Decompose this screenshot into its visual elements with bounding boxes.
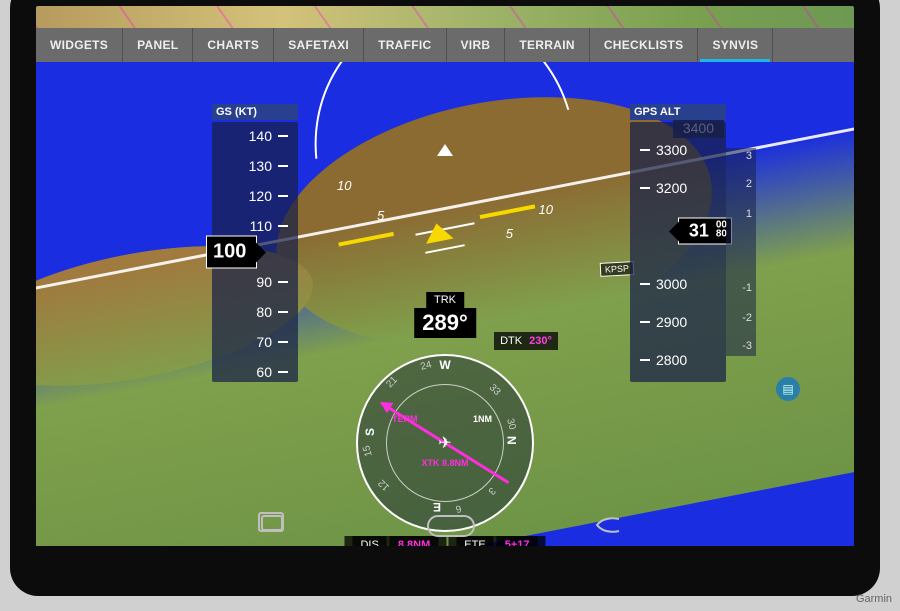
tab-charts[interactable]: CHARTS <box>193 28 274 62</box>
hsi-30: 30 <box>504 417 518 431</box>
hsi-3: 3 <box>486 485 498 497</box>
altitude-ticks: 3300 3200 3000 2900 2800 <box>630 122 726 382</box>
alt-tick: 3000 <box>630 274 726 294</box>
hsi-24: 24 <box>419 359 433 373</box>
hsi[interactable]: ✈ W N E S 33 30 3 6 12 15 21 24 TERM 1NM… <box>356 354 534 532</box>
tab-terrain[interactable]: TERRAIN <box>505 28 589 62</box>
hsi-12: 12 <box>376 477 392 493</box>
roll-pointer-icon <box>437 144 453 156</box>
back-button[interactable] <box>593 515 629 535</box>
arc-10r: 10 <box>539 202 553 217</box>
vsi-mark: -2 <box>742 312 752 324</box>
altitude-readout: 31 00 80 <box>678 218 732 245</box>
vsi-mark: -1 <box>742 282 752 294</box>
tab-virb[interactable]: VIRB <box>447 28 506 62</box>
screen: WIDGETS PANEL CHARTS SAFETAXI TRAFFIC VI… <box>36 6 854 546</box>
airspeed-label: GS (KT) <box>212 104 298 120</box>
altitude-tape: GPS ALT 3300 3200 3000 2900 2800 31 00 8… <box>630 122 726 382</box>
dtk-box: DTK 230° <box>494 332 558 350</box>
tab-checklists[interactable]: CHECKLISTS <box>590 28 699 62</box>
android-nav-bar <box>36 510 854 540</box>
tab-synvis[interactable]: SYNVIS <box>698 28 773 62</box>
alt-tick: 3200 <box>630 178 726 198</box>
home-button[interactable] <box>427 515 463 535</box>
alt-tick: 3300 <box>630 140 726 160</box>
tab-panel[interactable]: PANEL <box>123 28 193 62</box>
asi-tick: 120 <box>212 186 298 206</box>
asi-tick: 140 <box>212 126 298 146</box>
hsi-xtk: XTK 8.8NM <box>421 458 468 468</box>
hsi-term: TERM <box>392 414 418 424</box>
alt-tick: 2900 <box>630 312 726 332</box>
tablet-frame: WIDGETS PANEL CHARTS SAFETAXI TRAFFIC VI… <box>10 0 880 596</box>
hsi-s: S <box>363 428 377 436</box>
asi-tick: 110 <box>212 216 298 236</box>
alt-tick: 2800 <box>630 350 726 370</box>
dtk-label: DTK <box>500 335 522 347</box>
airspeed-value: 100 <box>213 241 246 263</box>
tab-widgets[interactable]: WIDGETS <box>36 28 123 62</box>
hsi-range: 1NM <box>473 414 492 424</box>
asi-tick: 130 <box>212 156 298 176</box>
dtk-value: 230° <box>529 335 552 347</box>
synvis-pfd[interactable]: 10 5 10 5 KPSP GS (KT) 140 130 120 110 <box>36 62 854 546</box>
vsi-mark: 2 <box>746 178 752 190</box>
vsi-mark: 3 <box>746 150 752 162</box>
attitude-indicator: 10 5 10 5 <box>315 138 575 288</box>
arc-5r: 5 <box>506 226 513 241</box>
trk-value: 289° <box>414 308 476 338</box>
tab-safetaxi[interactable]: SAFETAXI <box>274 28 364 62</box>
altitude-label: GPS ALT <box>630 104 726 120</box>
recent-apps-button[interactable] <box>261 515 297 535</box>
arc-10l: 10 <box>337 178 351 193</box>
tab-bar: WIDGETS PANEL CHARTS SAFETAXI TRAFFIC VI… <box>36 28 854 62</box>
hsi-15: 15 <box>361 444 375 458</box>
asi-tick: 60 <box>212 362 298 382</box>
layers-button[interactable]: ▤ <box>776 377 800 401</box>
asi-tick: 80 <box>212 302 298 322</box>
hsi-21: 21 <box>384 374 400 390</box>
asi-tick: 70 <box>212 332 298 352</box>
pitch-line <box>425 244 465 254</box>
hsi-w: W <box>439 358 450 372</box>
trk-box: TRK 289° <box>414 290 476 338</box>
aircraft-icon: ✈ <box>438 433 451 453</box>
trk-label: TRK <box>426 292 464 308</box>
tab-traffic[interactable]: TRAFFIC <box>364 28 446 62</box>
hsi-33: 33 <box>487 382 503 398</box>
airspeed-readout: 100 <box>206 236 257 269</box>
hsi-n: N <box>505 436 519 445</box>
vsi-mark: -3 <box>742 340 752 352</box>
back-icon <box>593 515 623 535</box>
airspeed-tape: GS (KT) 140 130 120 110 90 80 70 60 100 <box>212 122 298 382</box>
arc-5l: 5 <box>377 208 384 223</box>
map-strip <box>36 6 854 28</box>
asi-tick: 90 <box>212 272 298 292</box>
alt-major: 31 <box>689 221 709 241</box>
vsi-mark: 1 <box>746 208 752 220</box>
layers-icon: ▤ <box>782 382 793 396</box>
home-icon <box>427 515 475 537</box>
image-credit: Garmin <box>856 593 892 605</box>
vsi-tape: 3 2 1 -1 -2 -3 <box>726 148 756 356</box>
recent-apps-icon <box>261 515 283 531</box>
